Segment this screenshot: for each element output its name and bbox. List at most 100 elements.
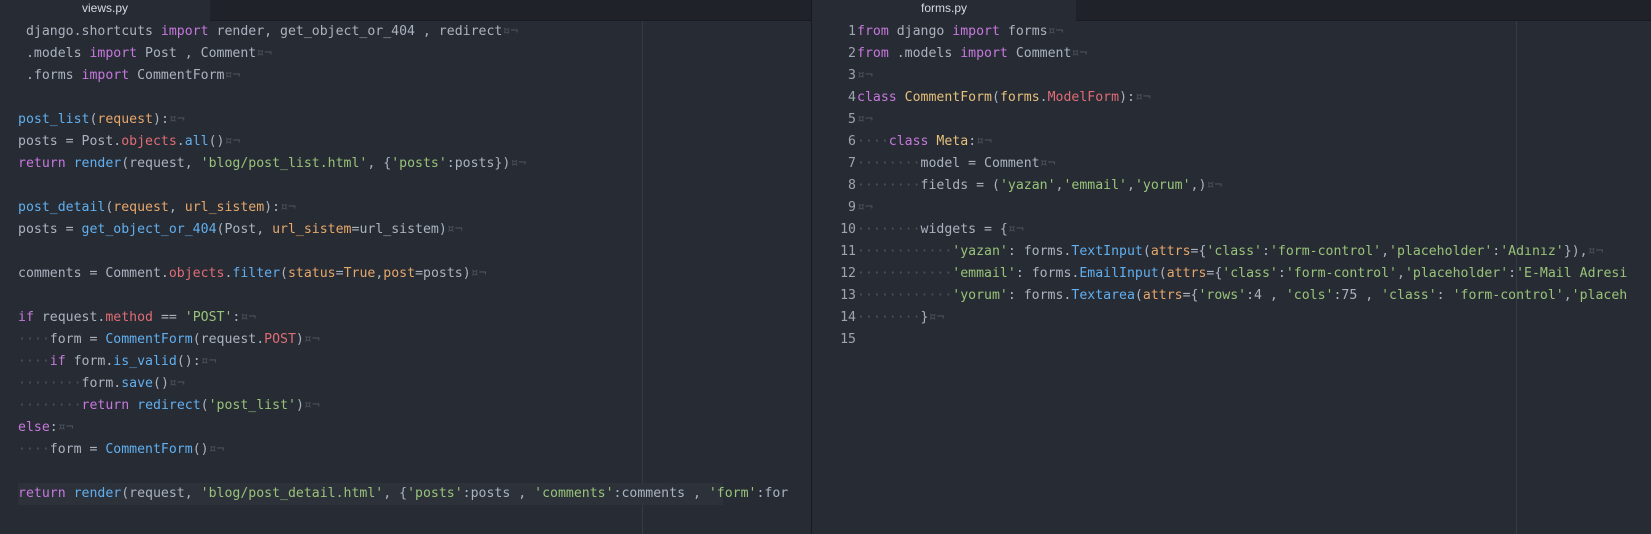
code-line[interactable]: else:¤¬: [18, 417, 74, 439]
line-end-marker: ¤¬: [857, 200, 873, 215]
code-token: , {: [383, 486, 408, 501]
code-token: form =: [49, 332, 106, 347]
code-line[interactable]: ····class Meta:¤¬: [857, 131, 992, 153]
line-end-marker: ¤¬: [168, 112, 185, 127]
code-line[interactable]: django.shortcuts import render, get_obje…: [18, 21, 518, 43]
whitespace-marker: ····: [18, 442, 50, 457]
code-token: request: [97, 112, 153, 127]
code-token: request: [113, 200, 169, 215]
line-end-marker: ¤¬: [510, 156, 527, 171]
code-line[interactable]: comments = Comment.objects.filter(status…: [18, 263, 487, 285]
line-end-marker: ¤¬: [857, 68, 873, 83]
code-token: from: [857, 46, 889, 61]
code-line[interactable]: ¤¬: [857, 197, 873, 219]
code-token: :posts ,: [462, 486, 535, 501]
code-token: form =: [49, 442, 106, 457]
code-token: 'posts': [407, 486, 463, 501]
code-token: ): [295, 398, 304, 413]
line-end-marker: ¤¬: [200, 354, 217, 369]
code-token: render, get_object_or_404 , redirect: [208, 24, 503, 39]
code-line[interactable]: ········widgets = {¤¬: [857, 219, 1024, 241]
code-line[interactable]: class CommentForm(forms.ModelForm):¤¬: [857, 87, 1151, 109]
code-line[interactable]: posts = Post.objects.all()¤¬: [18, 131, 240, 153]
code-token: :for: [756, 486, 789, 501]
code-line[interactable]: ············'yazan': forms.TextInput(att…: [857, 241, 1603, 263]
code-token: CommentForm: [105, 332, 193, 347]
tab-views-py[interactable]: views.py: [0, 0, 210, 21]
code-line[interactable]: ····form = CommentForm()¤¬: [18, 439, 224, 461]
code-line[interactable]: ············'emmail': forms.EmailInput(a…: [857, 263, 1627, 285]
code-line[interactable]: ········fields = ('yazan','emmail','yoru…: [857, 175, 1222, 197]
code-token: import: [952, 24, 1000, 39]
code-token: .: [176, 134, 185, 149]
code-token: 'class': [1222, 266, 1278, 281]
code-token: status: [287, 266, 336, 281]
whitespace-marker: ····: [857, 134, 889, 149]
line-number: 13: [840, 288, 856, 303]
code-line[interactable]: ········form.save()¤¬: [18, 373, 185, 395]
line-number: 14: [840, 310, 856, 325]
code-line[interactable]: from django import forms¤¬: [857, 21, 1063, 43]
code-line[interactable]: ········return redirect('post_list')¤¬: [18, 395, 320, 417]
code-token: django.shortcuts: [18, 24, 161, 39]
whitespace-marker: ····: [18, 354, 50, 369]
code-token: 'yazan': [999, 178, 1056, 193]
code-token: 'class': [1381, 288, 1437, 303]
code-line[interactable]: post_detail(request, url_sistem):¤¬: [18, 197, 296, 219]
code-token: ,: [1563, 288, 1572, 303]
code-token: forms: [999, 90, 1040, 105]
code-token: url_sistem: [272, 222, 352, 237]
code-token: model = Comment: [920, 156, 1040, 171]
code-token: : forms.: [1015, 266, 1080, 281]
line-end-marker: ¤¬: [1587, 244, 1604, 259]
code-token: form.: [81, 376, 122, 391]
whitespace-marker: ········: [857, 156, 921, 171]
code-line[interactable]: return render(request, 'blog/post_list.h…: [18, 153, 526, 175]
code-token: =url_sistem): [351, 222, 447, 237]
code-token: filter: [232, 266, 281, 281]
code-line[interactable]: ····if form.is_valid():¤¬: [18, 351, 217, 373]
line-end-marker: ¤¬: [1039, 156, 1056, 171]
code-token: objects: [121, 134, 177, 149]
whitespace-marker: ········: [18, 398, 82, 413]
line-number: 6: [848, 134, 856, 149]
code-line[interactable]: ········}¤¬: [857, 307, 944, 329]
code-line[interactable]: .models import Post , Comment¤¬: [18, 43, 272, 65]
code-token: ):: [1119, 90, 1135, 105]
tab-forms-py[interactable]: forms.py: [812, 0, 1076, 21]
code-token: :: [1261, 244, 1270, 259]
code-token: forms: [999, 24, 1048, 39]
whitespace-marker: ············: [857, 266, 953, 281]
line-number: 2: [848, 46, 856, 61]
code-token: import: [81, 68, 130, 83]
right-tab-bar: forms.py: [812, 0, 1651, 21]
line-number: 7: [848, 156, 856, 171]
line-end-marker: ¤¬: [256, 46, 273, 61]
code-token: (): [153, 376, 169, 391]
code-line[interactable]: return render(request, 'blog/post_detail…: [18, 483, 788, 505]
code-token: .models: [888, 46, 961, 61]
code-token: Textarea: [1071, 288, 1135, 303]
code-token: return: [18, 156, 66, 171]
line-number: 12: [840, 266, 856, 281]
code-token: render: [73, 486, 122, 501]
code-line[interactable]: ········model = Comment¤¬: [857, 153, 1056, 175]
code-line[interactable]: posts = get_object_or_404(Post, url_sist…: [18, 219, 463, 241]
code-line[interactable]: from .models import Comment¤¬: [857, 43, 1087, 65]
code-line[interactable]: ¤¬: [857, 65, 873, 87]
code-line[interactable]: post_list(request):¤¬: [18, 109, 185, 131]
code-line[interactable]: .forms import CommentForm¤¬: [18, 65, 240, 87]
code-line[interactable]: if request.method == 'POST':¤¬: [18, 307, 256, 329]
code-token: :: [1277, 266, 1286, 281]
code-token: (: [1142, 244, 1151, 259]
code-line[interactable]: ············'yorum': forms.Textarea(attr…: [857, 285, 1627, 307]
line-end-marker: ¤¬: [303, 398, 320, 413]
line-end-marker: ¤¬: [280, 200, 296, 215]
whitespace-marker: ····: [18, 332, 50, 347]
code-token: from: [857, 24, 889, 39]
line-end-marker: ¤¬: [928, 310, 945, 325]
code-line[interactable]: ¤¬: [857, 109, 873, 131]
code-line[interactable]: ····form = CommentForm(request.POST)¤¬: [18, 329, 320, 351]
code-token: ,: [168, 200, 185, 215]
